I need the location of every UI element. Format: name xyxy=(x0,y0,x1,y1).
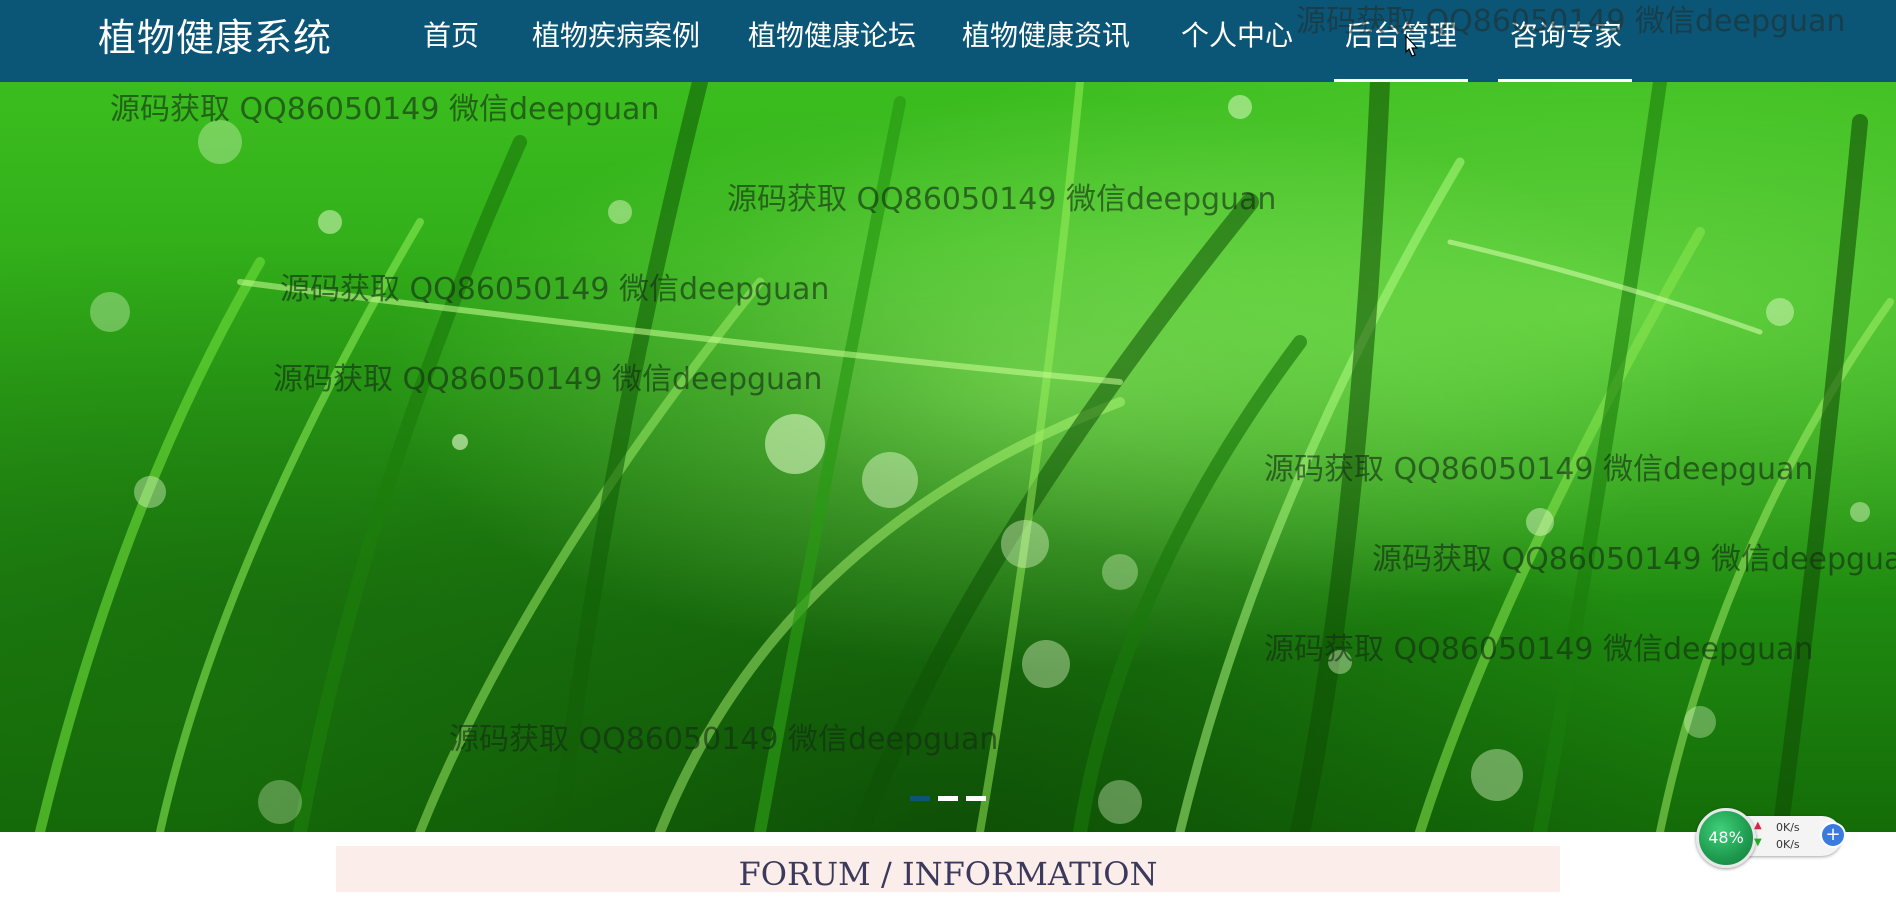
watermark-text: 源码获取 QQ86050149 微信deepguan xyxy=(110,92,660,127)
watermark-text: 源码获取 QQ86050149 微信deepguan xyxy=(1372,542,1896,577)
network-speed-widget[interactable]: 48% ▲ 0K/s ▼ 0K/s + xyxy=(1692,806,1852,868)
nav-health-forum[interactable]: 植物健康论坛 xyxy=(748,16,916,56)
forum-information-header: FORUM / INFORMATION xyxy=(336,846,1560,893)
carousel-indicator-2[interactable] xyxy=(938,796,958,801)
mouse-pointer-icon xyxy=(1405,34,1419,57)
watermark-text: 源码获取 QQ86050149 微信deepguan xyxy=(1296,4,1846,39)
watermark-text: 源码获取 QQ86050149 微信deepguan xyxy=(1264,452,1814,487)
hero-carousel[interactable]: 源码获取 QQ86050149 微信deepguan 源码获取 QQ860501… xyxy=(0,82,1896,832)
upload-arrow-icon: ▲ xyxy=(1754,820,1762,831)
nav-disease-cases[interactable]: 植物疾病案例 xyxy=(532,16,700,56)
carousel-indicator-1[interactable] xyxy=(910,796,930,801)
watermark-text: 源码获取 QQ86050149 微信deepguan xyxy=(1264,632,1814,667)
watermark-text: 源码获取 QQ86050149 微信deepguan xyxy=(449,722,999,757)
site-title[interactable]: 植物健康系统 xyxy=(98,14,332,62)
watermark-text: 源码获取 QQ86050149 微信deepguan xyxy=(280,272,830,307)
nav-home[interactable]: 首页 xyxy=(423,16,479,56)
carousel-indicator-3[interactable] xyxy=(966,796,986,801)
add-icon[interactable]: + xyxy=(1822,824,1844,846)
download-speed: 0K/s xyxy=(1776,838,1800,851)
usage-gauge[interactable]: 48% xyxy=(1696,808,1756,868)
nav-health-news[interactable]: 植物健康资讯 xyxy=(962,16,1130,56)
watermark-text: 源码获取 QQ86050149 微信deepguan xyxy=(273,362,823,397)
section-title: FORUM / INFORMATION xyxy=(738,855,1158,893)
download-arrow-icon: ▼ xyxy=(1754,837,1762,848)
nav-personal-center[interactable]: 个人中心 xyxy=(1181,16,1293,56)
upload-speed: 0K/s xyxy=(1776,821,1800,834)
watermark-text: 源码获取 QQ86050149 微信deepguan xyxy=(727,182,1277,217)
